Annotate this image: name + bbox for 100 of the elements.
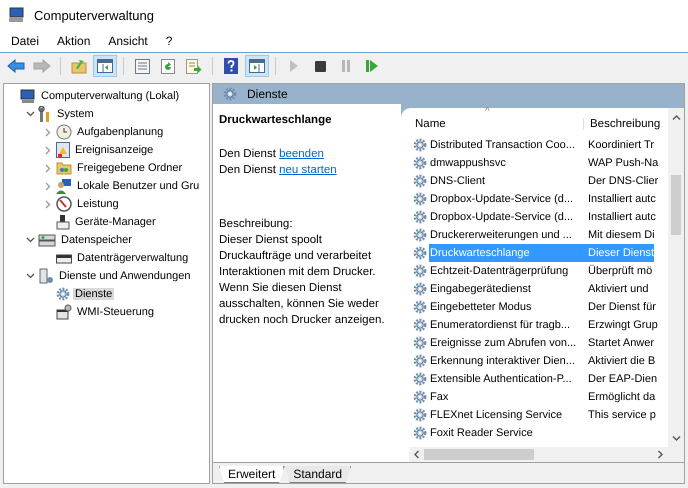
- gear-icon: [413, 156, 427, 170]
- tree-item[interactable]: System: [55, 108, 96, 120]
- menu-item[interactable]: Datei: [11, 34, 40, 48]
- expand-chevron-icon[interactable]: [45, 146, 51, 154]
- sort-indicator: ^: [485, 106, 490, 117]
- collapse-chevron-icon[interactable]: [26, 111, 34, 117]
- service-name-cell[interactable]: Fax: [429, 388, 584, 406]
- service-name-cell[interactable]: Echtzeit-Datenträgerprüfung: [429, 262, 584, 280]
- service-name-cell[interactable]: FLEXnet Licensing Service: [429, 406, 584, 424]
- toolbar-button[interactable]: [245, 55, 269, 77]
- computer-icon: [20, 88, 36, 104]
- refresh-icon: [161, 58, 175, 74]
- menu-item[interactable]: Ansicht: [108, 34, 148, 48]
- description-cell-text: Der DNS-Clier: [587, 174, 658, 189]
- service-name-cell[interactable]: Eingabegerätedienst: [429, 280, 584, 298]
- gear-icon: [413, 390, 427, 404]
- tree-item[interactable]: WMI-Steuerung: [75, 306, 156, 318]
- gear-icon: [413, 318, 427, 332]
- pane-toggle-icon: [97, 59, 113, 73]
- collapse-chevron-icon[interactable]: [26, 273, 34, 279]
- gear-icon: [413, 174, 427, 188]
- tree-item[interactable]: Freigegebene Ordner: [75, 162, 184, 174]
- action-text: Den Dienst: [219, 164, 276, 176]
- description-cell-text: Aktiviert und: [587, 282, 649, 297]
- users-icon: [56, 178, 72, 194]
- action-text: Den Dienst: [219, 148, 276, 160]
- storage-icon: [38, 232, 56, 248]
- log-icon: [56, 142, 70, 158]
- description-cell-text: Ermöglicht da: [587, 390, 656, 405]
- tree-item[interactable]: Dienste: [73, 288, 114, 300]
- pause-icon: [341, 60, 351, 72]
- menu-item[interactable]: Aktion: [57, 34, 90, 48]
- service-name-cell[interactable]: Enumeratordienst für tragb...: [429, 316, 584, 334]
- forward-arrow-icon: [33, 59, 51, 73]
- gauge-icon: [56, 196, 72, 212]
- action-link[interactable]: beenden: [279, 148, 324, 160]
- gear-icon: [413, 408, 427, 422]
- expand-chevron-icon[interactable]: [45, 182, 51, 190]
- description-cell-text: Der Dienst für: [587, 300, 656, 315]
- service-name-cell[interactable]: DNS-Client: [429, 172, 584, 190]
- scroll-down-icon[interactable]: [672, 435, 680, 442]
- gear-icon: [413, 210, 427, 224]
- shared-folder-icon: [56, 161, 72, 175]
- tree-item[interactable]: Geräte-Manager: [73, 216, 158, 228]
- tree-item[interactable]: Dienste und Anwendungen: [57, 270, 192, 282]
- service-name-cell[interactable]: dmwappushsvc: [429, 154, 584, 172]
- toolbar-button[interactable]: [93, 55, 117, 77]
- back-arrow-icon: [7, 59, 25, 73]
- tools-icon: [38, 106, 52, 122]
- description-label: Beschreibung:: [219, 217, 294, 232]
- scroll-up-icon[interactable]: [672, 114, 680, 121]
- description-cell-text: Erzwingt Grup: [587, 318, 658, 333]
- gear-icon: [223, 87, 237, 101]
- scroll-right-icon[interactable]: [657, 450, 664, 459]
- description-cell: Dieser Dienst: [584, 244, 654, 262]
- description-cell-text: Startet Anwer: [587, 336, 654, 351]
- expand-chevron-icon[interactable]: [45, 128, 51, 136]
- description-cell-text: Koordiniert Tr: [587, 138, 654, 153]
- service-name-cell[interactable]: Dropbox-Update-Service (d...: [429, 190, 584, 208]
- resume-icon: [366, 60, 378, 72]
- gear-icon: [413, 354, 427, 368]
- service-name-cell[interactable]: Druckererweiterungen und ...: [429, 226, 584, 244]
- view-tab[interactable]: Erweitert: [219, 466, 284, 483]
- tree-item[interactable]: Ereignisanzeige: [73, 144, 156, 156]
- pane-title: Dienste: [247, 87, 288, 101]
- pane-toggle-icon: [249, 59, 265, 73]
- scrollbar-thumb[interactable]: [671, 175, 681, 235]
- service-name-cell[interactable]: Eingebetteter Modus: [429, 298, 584, 316]
- horizontal-scrollbar[interactable]: [409, 447, 668, 462]
- service-name-cell[interactable]: Distributed Transaction Coo...: [429, 136, 584, 154]
- collapse-chevron-icon[interactable]: [26, 237, 34, 243]
- gear-icon: [413, 300, 427, 314]
- tree-item[interactable]: Computerverwaltung (Lokal): [39, 90, 182, 102]
- server-icon: [38, 268, 54, 284]
- scroll-left-icon[interactable]: [413, 450, 420, 459]
- tree-item[interactable]: Lokale Benutzer und Gru: [75, 180, 202, 192]
- tree-item[interactable]: Aufgabenplanung: [75, 126, 166, 138]
- vertical-scrollbar[interactable]: [668, 108, 684, 462]
- tree-item[interactable]: Leistung: [75, 198, 121, 210]
- action-link[interactable]: neu starten: [279, 164, 337, 176]
- gear-icon: [413, 192, 427, 206]
- service-name-cell[interactable]: Dropbox-Update-Service (d...: [429, 208, 584, 226]
- menu-item[interactable]: ?: [166, 34, 172, 48]
- window-title: Computerverwaltung: [34, 8, 154, 22]
- scrollbar-thumb[interactable]: [424, 449, 534, 460]
- gear-icon: [413, 336, 427, 350]
- view-tab[interactable]: Standard: [284, 466, 352, 483]
- gear-icon: [413, 282, 427, 296]
- service-name-cell[interactable]: Erkennung interaktiver Dien...: [429, 352, 584, 370]
- tree-item[interactable]: Datenträgerverwaltung: [75, 252, 190, 264]
- expand-chevron-icon[interactable]: [45, 164, 51, 172]
- service-name-cell[interactable]: Extensible Authentication-P...: [429, 370, 584, 388]
- service-name-cell[interactable]: Foxit Reader Service: [429, 424, 584, 442]
- service-name-cell[interactable]: Ereignisse zum Abrufen von...: [429, 334, 584, 352]
- expand-chevron-icon[interactable]: [45, 200, 51, 208]
- column-header[interactable]: Beschreibung: [584, 118, 668, 130]
- tree-item[interactable]: Datenspeicher: [59, 234, 134, 246]
- help-icon: [224, 58, 238, 74]
- description-cell-text: Mit diesem Di: [587, 228, 655, 243]
- gear-icon: [413, 246, 427, 260]
